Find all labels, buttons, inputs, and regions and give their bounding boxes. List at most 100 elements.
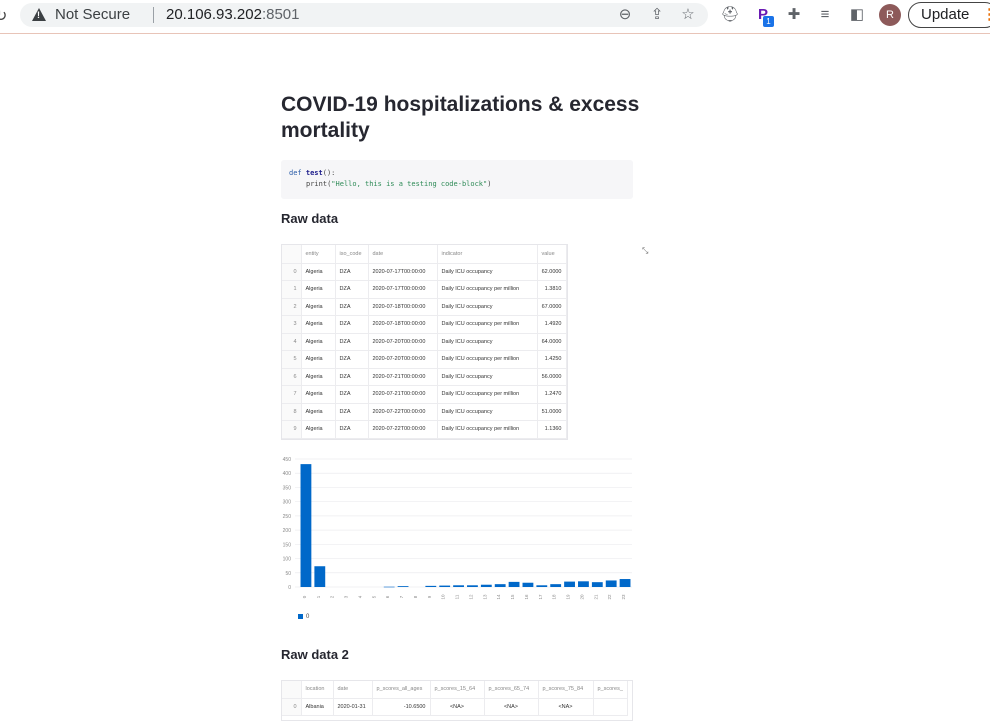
table-cell[interactable]: Algeria	[301, 315, 336, 334]
table-cell[interactable]: Daily ICU occupancy per million	[437, 350, 538, 369]
table-cell[interactable]: Algeria	[301, 350, 336, 369]
column-header[interactable]: date	[368, 245, 438, 264]
table-row[interactable]: 2 Algeria DZA 2020-07-18T00:00:00 Daily ICU …	[282, 298, 567, 316]
table-cell[interactable]: Algeria	[301, 385, 336, 404]
table-cell[interactable]: 2020-07-22T00:00:00	[368, 420, 438, 439]
table-cell[interactable]: Algeria	[301, 263, 336, 281]
address-bar[interactable]: Not Secure 20.106.93.202:8501 ⊖ ⇪ ☆	[20, 3, 708, 27]
row-index[interactable]: 6	[282, 368, 302, 386]
table-cell[interactable]: Algeria	[301, 403, 336, 421]
table-cell[interactable]: Daily ICU occupancy	[437, 263, 538, 281]
table-cell[interactable]: Daily ICU occupancy	[437, 368, 538, 386]
fullscreen-expand-icon[interactable]: ⤡	[642, 246, 648, 256]
table-cell[interactable]: Daily ICU occupancy per million	[437, 385, 538, 404]
table-cell[interactable]: <NA>	[430, 698, 485, 716]
table-cell[interactable]: 1.4250	[537, 350, 567, 369]
dataframe-raw-data-2[interactable]: location date p_scores_all_ages p_scores_15…	[281, 680, 633, 721]
index-header[interactable]	[282, 681, 302, 699]
bookmark-star-icon[interactable]: ☆	[679, 6, 697, 24]
table-cell[interactable]: Algeria	[301, 368, 336, 386]
extension-hardhat-icon[interactable]: ⛑	[720, 5, 740, 25]
table-cell[interactable]: -10.6500	[372, 698, 431, 716]
table-cell[interactable]: 1.3810	[537, 280, 567, 299]
table-row[interactable]: 6 Algeria DZA 2020-07-21T00:00:00 Daily ICU …	[282, 368, 567, 386]
table-cell[interactable]: Algeria	[301, 333, 336, 351]
table-row[interactable]: 0 Algeria DZA 2020-07-17T00:00:00 Daily ICU …	[282, 263, 567, 281]
table-cell[interactable]: DZA	[335, 280, 369, 299]
dataframe-raw-data[interactable]: entity iso_code date indicator value 0 Algeri…	[281, 244, 568, 440]
table-cell[interactable]: 67.0000	[537, 298, 567, 316]
row-index[interactable]: 9	[282, 420, 302, 439]
table-cell[interactable]: 1.1360	[537, 420, 567, 439]
table-cell[interactable]: Daily ICU occupancy per million	[437, 315, 538, 334]
row-index[interactable]: 0	[282, 698, 302, 716]
table-cell[interactable]: Algeria	[301, 280, 336, 299]
column-header[interactable]: p_scores_75_84	[538, 681, 594, 699]
table-cell[interactable]: 2020-01-31	[333, 698, 373, 716]
table-row[interactable]: 1 Algeria DZA 2020-07-17T00:00:00 Daily ICU …	[282, 280, 567, 299]
table-row[interactable]: 4 Algeria DZA 2020-07-20T00:00:00 Daily ICU …	[282, 333, 567, 351]
column-header[interactable]: iso_code	[335, 245, 369, 264]
column-header[interactable]: location	[301, 681, 334, 699]
row-index[interactable]: 1	[282, 280, 302, 299]
table-row[interactable]: 7 Algeria DZA 2020-07-21T00:00:00 Daily ICU …	[282, 385, 567, 404]
row-index[interactable]: 7	[282, 385, 302, 404]
table-cell[interactable]: 1.2470	[537, 385, 567, 404]
table-cell[interactable]: Daily ICU occupancy	[437, 403, 538, 421]
table-row[interactable]: 8 Algeria DZA 2020-07-22T00:00:00 Daily ICU …	[282, 403, 567, 421]
table-cell[interactable]: 51.0000	[537, 403, 567, 421]
table-cell[interactable]: 2020-07-18T00:00:00	[368, 315, 438, 334]
table-cell[interactable]: 2020-07-18T00:00:00	[368, 298, 438, 316]
reload-icon[interactable]: ↻	[0, 6, 7, 26]
table-cell[interactable]: 1.4920	[537, 315, 567, 334]
table-cell[interactable]: 2020-07-20T00:00:00	[368, 350, 438, 369]
side-panel-icon[interactable]: ◧	[847, 5, 867, 25]
table-cell[interactable]: 2020-07-22T00:00:00	[368, 403, 438, 421]
row-index[interactable]: 8	[282, 403, 302, 421]
table-cell[interactable]: 2020-07-21T00:00:00	[368, 368, 438, 386]
app-menu-icon[interactable]: ⋮	[986, 42, 990, 53]
table-cell[interactable]: DZA	[335, 263, 369, 281]
table-row[interactable]: 0 Albania 2020-01-31 -10.6500 <NA> <NA> <NA>	[282, 698, 628, 716]
column-header[interactable]: p_scores_15_64	[430, 681, 485, 699]
row-index[interactable]: 0	[282, 263, 302, 281]
more-menu-icon[interactable]: ⋮	[982, 3, 990, 27]
table-cell[interactable]: Daily ICU occupancy per million	[437, 280, 538, 299]
table-cell[interactable]: 2020-07-17T00:00:00	[368, 263, 438, 281]
table-cell[interactable]: DZA	[335, 333, 369, 351]
table-cell[interactable]: DZA	[335, 420, 369, 439]
table-row[interactable]: 3 Algeria DZA 2020-07-18T00:00:00 Daily ICU …	[282, 315, 567, 334]
row-index[interactable]: 3	[282, 315, 302, 334]
table-row[interactable]: 9 Algeria DZA 2020-07-22T00:00:00 Daily ICU …	[282, 420, 567, 439]
column-header[interactable]: p_scores_	[593, 681, 628, 699]
table-cell[interactable]: Daily ICU occupancy	[437, 333, 538, 351]
table-cell[interactable]: Algeria	[301, 420, 336, 439]
table-cell[interactable]: 2020-07-17T00:00:00	[368, 280, 438, 299]
table-row[interactable]: 5 Algeria DZA 2020-07-20T00:00:00 Daily ICU …	[282, 350, 567, 369]
table-cell[interactable]: 2020-07-21T00:00:00	[368, 385, 438, 404]
security-label[interactable]: Not Secure	[55, 6, 130, 23]
index-header[interactable]	[282, 245, 302, 264]
table-cell[interactable]: DZA	[335, 315, 369, 334]
media-control-icon[interactable]: ≡	[815, 5, 835, 25]
table-cell[interactable]: DZA	[335, 350, 369, 369]
row-index[interactable]: 5	[282, 350, 302, 369]
table-cell[interactable]: DZA	[335, 403, 369, 421]
zoom-icon[interactable]: ⊖	[616, 6, 634, 24]
table-cell[interactable]: <NA>	[538, 698, 594, 716]
extensions-puzzle-icon[interactable]: ✚	[784, 5, 804, 25]
table-cell[interactable]: <NA>	[484, 698, 539, 716]
table-cell[interactable]: DZA	[335, 298, 369, 316]
column-header[interactable]: p_scores_all_ages	[372, 681, 431, 699]
row-index[interactable]: 4	[282, 333, 302, 351]
table-cell[interactable]: 64.0000	[537, 333, 567, 351]
table-cell[interactable]: Daily ICU occupancy	[437, 298, 538, 316]
column-header[interactable]: entity	[301, 245, 336, 264]
row-index[interactable]: 2	[282, 298, 302, 316]
column-header[interactable]: p_scores_65_74	[484, 681, 539, 699]
update-button[interactable]: Update ⋮	[908, 2, 990, 28]
table-cell[interactable]: DZA	[335, 368, 369, 386]
table-cell[interactable]	[593, 698, 628, 716]
url-text[interactable]: 20.106.93.202:8501	[166, 6, 299, 23]
table-cell[interactable]: 2020-07-20T00:00:00	[368, 333, 438, 351]
